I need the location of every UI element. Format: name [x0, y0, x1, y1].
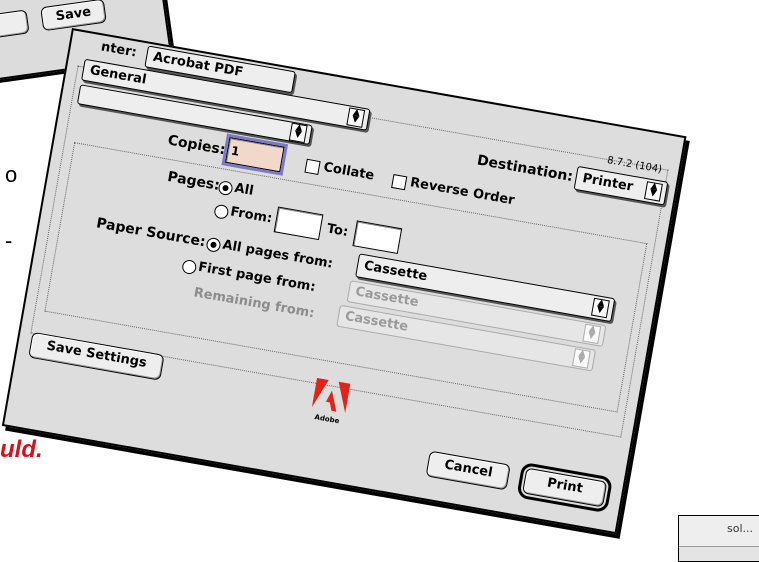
- background-window-fragment: sol...: [678, 515, 759, 562]
- background-text-fragment: o: [5, 162, 18, 187]
- popup-arrows-icon: ▲ ▼: [644, 181, 663, 202]
- destination-value: Printer: [581, 171, 635, 195]
- cancel-button[interactable]: Cancel: [425, 450, 511, 491]
- reverse-order-checkbox[interactable]: [391, 174, 408, 191]
- print-button[interactable]: Print: [516, 459, 613, 516]
- pages-all-label: All: [233, 180, 255, 199]
- background-window-text: sol...: [726, 522, 753, 535]
- save-dialog-left-button[interactable]: [0, 9, 30, 39]
- popup-arrows-icon: ▲ ▼: [571, 348, 591, 369]
- collate-checkbox[interactable]: [304, 158, 321, 175]
- popup-arrows-icon: ▲ ▼: [590, 298, 610, 319]
- background-red-text: uld.: [0, 436, 43, 463]
- adobe-logo-text: Adobe: [313, 413, 340, 426]
- background-text-fragment: -: [5, 228, 13, 253]
- popup-arrows-icon: ▲ ▼: [582, 323, 602, 345]
- adobe-logo-icon: [311, 377, 351, 414]
- printer-label: nter:: [99, 39, 138, 61]
- popup-arrows-icon: ▲ ▼: [288, 122, 308, 144]
- print-dialog: nter: Acrobat PDF General ▲ ▼ ▲ ▼ 8.7.2 (1…: [1, 28, 687, 535]
- save-button[interactable]: Save: [40, 0, 107, 32]
- popup-arrows-icon: ▲ ▼: [346, 107, 366, 128]
- adobe-logo: Adobe: [310, 377, 351, 426]
